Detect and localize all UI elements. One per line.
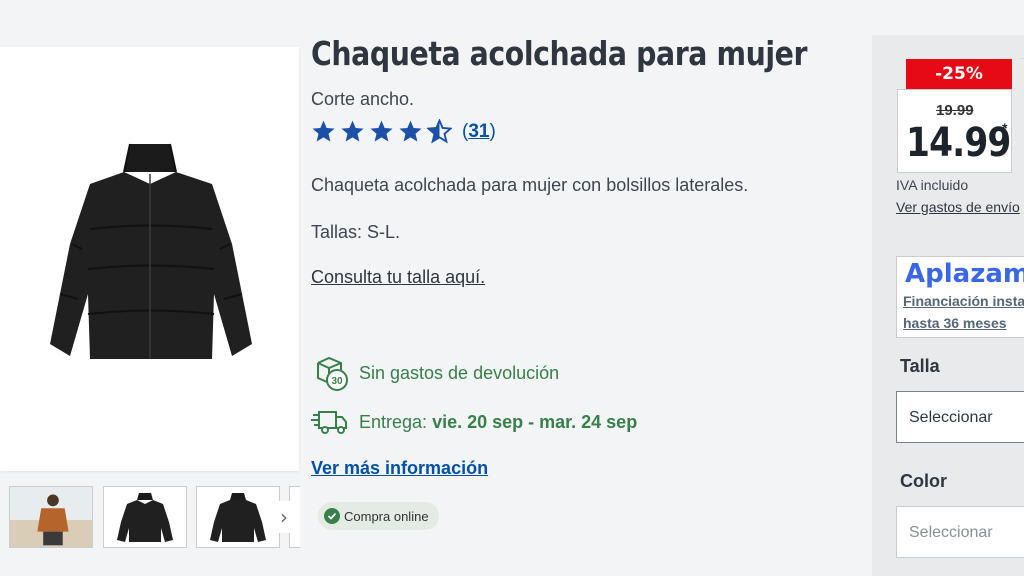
jacket-image	[49, 143, 252, 359]
current-price: 14.99	[906, 120, 1011, 166]
color-label: Color	[900, 471, 947, 491]
online-badge-text: Compra online	[344, 508, 429, 524]
free-returns-info: 30 Sin gastos de devolución	[311, 354, 559, 392]
return-box-icon: 30	[317, 356, 348, 391]
free-returns-text: Sin gastos de devolución	[359, 362, 560, 383]
aplazame-logo: Aplazame	[905, 259, 1024, 289]
check-circle-icon	[324, 508, 340, 524]
delivery-truck-icon	[311, 411, 347, 434]
thumbnail-model[interactable]	[9, 486, 93, 548]
more-info-link[interactable]: Ver más información	[311, 458, 488, 479]
model-photo-image	[10, 487, 92, 547]
return-days-label: 30	[331, 376, 343, 387]
rating[interactable]: (31)	[311, 119, 496, 144]
jacket-front-image	[117, 493, 173, 542]
price-box: 19.99 14.99 *	[897, 89, 1012, 173]
delivery-info: Entrega: vie. 20 sep - mar. 24 sep	[311, 403, 637, 441]
star-full-icon	[312, 120, 335, 142]
financing-link-line2[interactable]: hasta 36 meses	[903, 315, 1007, 331]
old-price: 19.99	[936, 102, 974, 119]
product-title: Chaqueta acolchada para mujer	[311, 34, 808, 73]
discount-badge: -25%	[906, 59, 1012, 89]
main-product-image[interactable]	[0, 47, 299, 471]
size-label: Talla	[900, 356, 940, 376]
shipping-costs-link[interactable]: Ver gastos de envío	[896, 199, 1020, 215]
delivery-dates: vie. 20 sep - mar. 24 sep	[432, 411, 638, 432]
thumbnail-strip: ›	[0, 484, 300, 552]
size-select[interactable]: Seleccionar	[896, 391, 1024, 443]
product-description: Chaqueta acolchada para mujer con bolsil…	[311, 175, 749, 195]
star-full-icon	[370, 120, 393, 142]
vat-included-text: IVA incluido	[896, 177, 969, 193]
star-half-icon	[427, 119, 452, 144]
size-guide-link[interactable]: Consulta tu talla aquí.	[311, 267, 485, 288]
product-page: › Chaqueta acolchada para mujer Corte an…	[0, 0, 1024, 576]
price-asterisk: *	[1002, 120, 1008, 136]
star-full-icon	[399, 120, 422, 142]
delivery-label: Entrega:	[359, 411, 428, 432]
online-purchase-badge: Compra online	[318, 502, 439, 530]
chevron-right-icon[interactable]: ›	[271, 501, 297, 533]
rating-close-paren: )	[489, 120, 496, 142]
star-full-icon	[341, 120, 364, 142]
product-sizes: Tallas: S-L.	[311, 222, 401, 242]
financing-link-line1[interactable]: Financiación instantánea	[903, 293, 1024, 309]
jacket-back-image	[210, 493, 266, 542]
color-select[interactable]: Seleccionar	[896, 506, 1024, 558]
thumbnail-jacket-front[interactable]	[103, 486, 187, 548]
rating-count[interactable]: (31)	[462, 121, 496, 143]
reviews-link[interactable]: 31	[468, 121, 489, 142]
product-subtitle: Corte ancho.	[311, 89, 415, 109]
financing-box[interactable]: Aplazame Financiación instantánea hasta …	[896, 256, 1024, 338]
thumbnail-jacket-back[interactable]	[196, 486, 280, 548]
